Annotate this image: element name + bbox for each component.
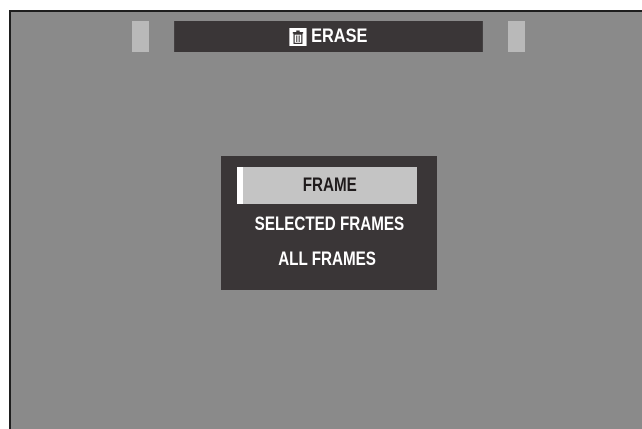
title-bar-left-cap (132, 21, 149, 52)
title-bar-center: ERASE (174, 21, 483, 52)
title-bar-right-cap (508, 21, 525, 52)
menu-item-selected-frames[interactable]: SELECTED FRAMES (227, 207, 431, 242)
menu-item-label: ALL FRAMES (278, 248, 376, 270)
menu-item-label: SELECTED FRAMES (254, 213, 404, 235)
trash-icon (289, 27, 307, 46)
camera-screen: ERASE FRAME SELECTED FRAMES ALL FRAMES (9, 10, 642, 429)
title-bar: ERASE (132, 21, 525, 52)
menu-item-label: FRAME (302, 174, 358, 196)
page-title: ERASE (311, 25, 368, 47)
erase-options-menu: FRAME SELECTED FRAMES ALL FRAMES (221, 156, 437, 290)
menu-item-all-frames[interactable]: ALL FRAMES (237, 242, 417, 277)
menu-item-frame[interactable]: FRAME (237, 167, 417, 204)
